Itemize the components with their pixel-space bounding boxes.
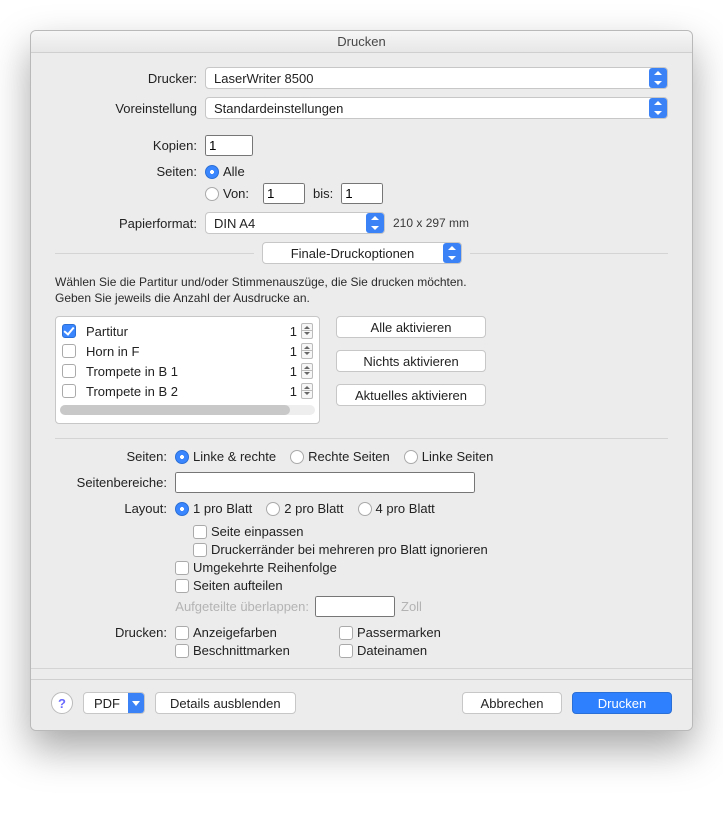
hint-line2: Geben Sie jeweils die Anzahl der Ausdruc… <box>55 290 668 306</box>
count-stepper[interactable] <box>301 343 313 359</box>
display-colors-check[interactable]: Anzeigefarben <box>175 625 325 640</box>
cropmarks-check[interactable]: Beschnittmarken <box>175 643 325 658</box>
window-title: Drucken <box>31 31 692 53</box>
checkbox-icon <box>193 543 207 557</box>
label-overlap: Aufgeteilte überlappen: <box>175 599 315 614</box>
list-item[interactable]: Trompete in B 21 <box>60 381 315 401</box>
checkbox-icon <box>62 364 76 378</box>
list-item[interactable]: Horn in F1 <box>60 341 315 361</box>
preset-select-value: Standardeinstellungen <box>214 101 343 116</box>
paper-dim-label: 210 x 297 mm <box>393 216 469 230</box>
printer-select-value: LaserWriter 8500 <box>214 71 313 86</box>
count-stepper[interactable] <box>301 383 313 399</box>
page-ranges-input[interactable] <box>175 472 475 493</box>
part-name: Horn in F <box>80 344 285 359</box>
paper-select[interactable]: DIN A4 <box>205 212 385 234</box>
copies-input[interactable] <box>205 135 253 156</box>
pages-right-radio[interactable]: Rechte Seiten <box>290 449 390 464</box>
radio-icon <box>290 450 304 464</box>
preset-select[interactable]: Standardeinstellungen <box>205 97 668 119</box>
radio-icon <box>404 450 418 464</box>
section-select[interactable]: Finale-Druckoptionen <box>262 242 462 264</box>
count-stepper[interactable] <box>301 363 313 379</box>
list-item[interactable]: Partitur1 <box>60 321 315 341</box>
label-layout: Layout: <box>55 501 175 516</box>
radio-icon <box>175 502 189 516</box>
label-printer: Drucker: <box>55 71 205 86</box>
radio-icon <box>358 502 372 516</box>
regmarks-check[interactable]: Passermarken <box>339 625 441 640</box>
hint-line1: Wählen Sie die Partitur und/oder Stimmen… <box>55 274 668 290</box>
chevron-updown-icon <box>443 243 461 263</box>
layout-1-radio[interactable]: 1 pro Blatt <box>175 501 252 516</box>
activate-none-button[interactable]: Nichts aktivieren <box>336 350 486 372</box>
radio-icon <box>266 502 280 516</box>
label-ranges: Seitenbereiche: <box>55 475 175 490</box>
part-name: Partitur <box>80 324 285 339</box>
label-preset: Voreinstellung <box>55 101 205 116</box>
label-paperformat: Papierformat: <box>55 216 205 231</box>
filenames-check[interactable]: Dateinamen <box>339 643 427 658</box>
label-copies: Kopien: <box>55 138 205 153</box>
checkbox-icon <box>175 626 189 640</box>
parts-list[interactable]: Partitur1Horn in F1Trompete in B 11Tromp… <box>55 316 320 424</box>
radio-icon <box>175 450 189 464</box>
horizontal-scrollbar[interactable] <box>60 405 315 415</box>
label-pages: Seiten: <box>55 164 205 179</box>
chevron-updown-icon <box>366 213 384 233</box>
layout-2-radio[interactable]: 2 pro Blatt <box>266 501 343 516</box>
label-to: bis: <box>313 186 333 201</box>
checkbox-icon <box>175 644 189 658</box>
overlap-input[interactable] <box>315 596 395 617</box>
cancel-button[interactable]: Abbrechen <box>462 692 562 714</box>
checkbox-icon <box>339 644 353 658</box>
printer-select[interactable]: LaserWriter 8500 <box>205 67 668 89</box>
checkbox-icon <box>62 384 76 398</box>
chevron-updown-icon <box>649 98 667 118</box>
label-print: Drucken: <box>55 625 175 640</box>
checkbox-icon <box>175 561 189 575</box>
part-count: 1 <box>285 364 297 379</box>
pdf-dropdown-label: PDF <box>94 696 120 711</box>
part-name: Trompete in B 2 <box>80 384 285 399</box>
page-to-input[interactable] <box>341 183 383 204</box>
fit-page-check[interactable]: Seite einpassen <box>193 524 304 539</box>
count-stepper[interactable] <box>301 323 313 339</box>
page-from-input[interactable] <box>263 183 305 204</box>
hide-details-button[interactable]: Details ausblenden <box>155 692 296 714</box>
pages-left-radio[interactable]: Linke Seiten <box>404 449 494 464</box>
part-count: 1 <box>285 344 297 359</box>
help-button[interactable]: ? <box>51 692 73 714</box>
activate-current-button[interactable]: Aktuelles aktivieren <box>336 384 486 406</box>
radio-icon <box>205 187 219 201</box>
label-pages2: Seiten: <box>55 449 175 464</box>
chevron-down-icon <box>128 693 144 713</box>
part-name: Trompete in B 1 <box>80 364 285 379</box>
split-pages-check[interactable]: Seiten aufteilen <box>175 578 283 593</box>
checkbox-icon <box>62 324 76 338</box>
reverse-order-check[interactable]: Umgekehrte Reihenfolge <box>175 560 337 575</box>
checkbox-icon <box>62 344 76 358</box>
activate-all-button[interactable]: Alle aktivieren <box>336 316 486 338</box>
part-count: 1 <box>285 384 297 399</box>
pdf-dropdown[interactable]: PDF <box>83 692 145 714</box>
checkbox-icon <box>193 525 207 539</box>
print-dialog: Drucken Drucker: LaserWriter 8500 Vorein… <box>30 30 693 731</box>
paper-select-value: DIN A4 <box>214 216 255 231</box>
pages-all-radio[interactable]: Alle <box>205 164 245 179</box>
checkbox-icon <box>339 626 353 640</box>
section-select-value: Finale-Druckoptionen <box>263 246 443 261</box>
ignore-margins-check[interactable]: Druckerränder bei mehreren pro Blatt ign… <box>193 542 488 557</box>
chevron-updown-icon <box>649 68 667 88</box>
list-item[interactable]: Trompete in B 11 <box>60 361 315 381</box>
pages-range-radio[interactable]: Von: <box>205 186 249 201</box>
label-overlap-unit: Zoll <box>401 599 422 614</box>
layout-4-radio[interactable]: 4 pro Blatt <box>358 501 435 516</box>
radio-icon <box>205 165 219 179</box>
part-count: 1 <box>285 324 297 339</box>
pages-lr-radio[interactable]: Linke & rechte <box>175 449 276 464</box>
checkbox-icon <box>175 579 189 593</box>
print-button[interactable]: Drucken <box>572 692 672 714</box>
